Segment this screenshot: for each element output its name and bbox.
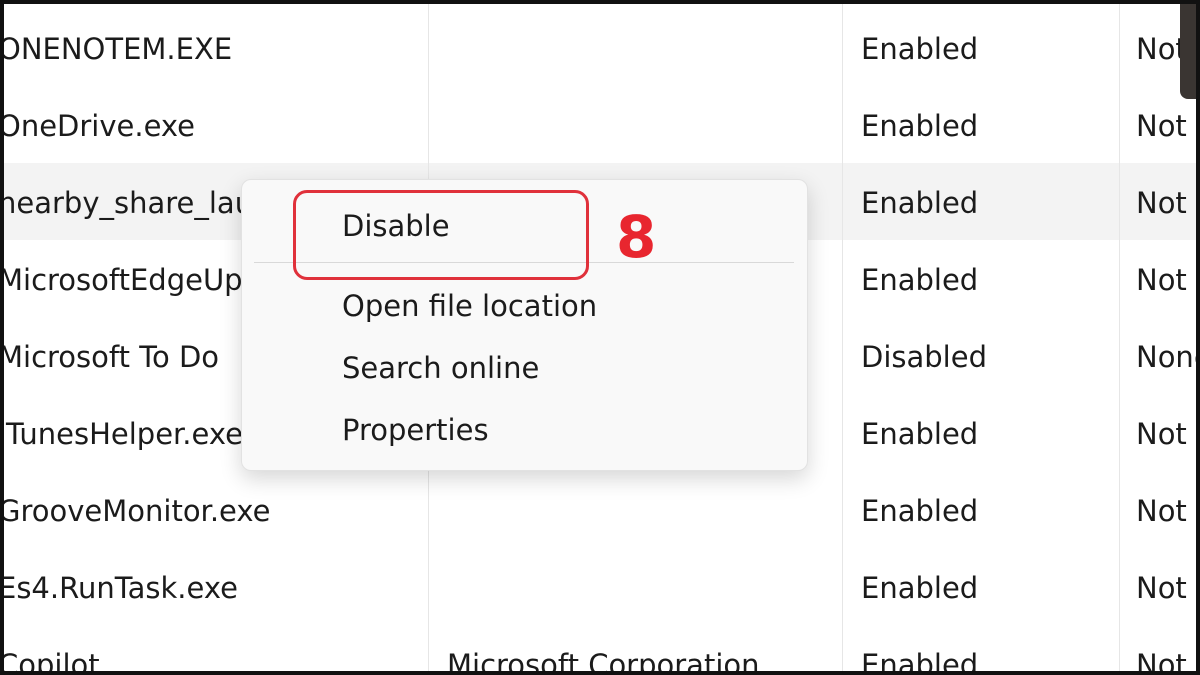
app-status: Enabled <box>861 32 979 66</box>
app-status: Disabled <box>861 340 987 374</box>
annotation-highlight-box <box>293 190 589 280</box>
screenshot-frame: ONENOTEM.EXE Enabled Not OneDrive.exe En… <box>0 0 1200 675</box>
app-publisher <box>447 548 827 625</box>
app-status: Enabled <box>861 263 979 297</box>
app-name: Es4.RunTask.exe <box>0 571 238 605</box>
app-startup-impact: Not <box>1136 571 1187 605</box>
menu-item-properties[interactable]: Properties <box>342 404 489 456</box>
table-row[interactable]: Es4.RunTask.exe Enabled Not <box>4 548 1196 625</box>
app-startup-impact: Not <box>1136 648 1187 675</box>
app-name: GrooveMonitor.exe <box>0 494 271 528</box>
app-status: Enabled <box>861 571 979 605</box>
table-row[interactable]: GrooveMonitor.exe Enabled Not <box>4 471 1196 548</box>
app-publisher: Microsoft Corporation <box>447 648 760 675</box>
app-startup-impact: Not <box>1136 186 1187 220</box>
menu-item-open-file-location[interactable]: Open file location <box>342 280 597 332</box>
app-publisher <box>447 86 827 163</box>
app-status: Enabled <box>861 648 979 675</box>
app-name: Copilot <box>0 648 100 675</box>
app-status: Enabled <box>861 109 979 143</box>
table-row[interactable]: OneDrive.exe Enabled Not <box>4 86 1196 163</box>
menu-item-search-online[interactable]: Search online <box>342 342 539 394</box>
annotation-step-number: 8 <box>616 203 657 271</box>
app-publisher <box>447 471 827 548</box>
app-startup-impact: Not <box>1136 417 1187 451</box>
app-status: Enabled <box>861 417 979 451</box>
app-startup-impact: Not <box>1136 494 1187 528</box>
app-startup-impact: Not <box>1136 263 1187 297</box>
table-row[interactable]: ONENOTEM.EXE Enabled Not <box>4 9 1196 86</box>
app-name: ONENOTEM.EXE <box>0 32 233 66</box>
app-name: OneDrive.exe <box>0 109 196 143</box>
app-status: Enabled <box>861 494 979 528</box>
window-edge <box>1180 4 1196 99</box>
column-divider <box>842 4 843 671</box>
app-status: Enabled <box>861 186 979 220</box>
table-row[interactable]: Copilot Microsoft Corporation Enabled No… <box>4 625 1196 675</box>
app-publisher <box>447 9 827 86</box>
app-startup-impact: None <box>1136 340 1196 374</box>
column-divider <box>1119 4 1120 671</box>
